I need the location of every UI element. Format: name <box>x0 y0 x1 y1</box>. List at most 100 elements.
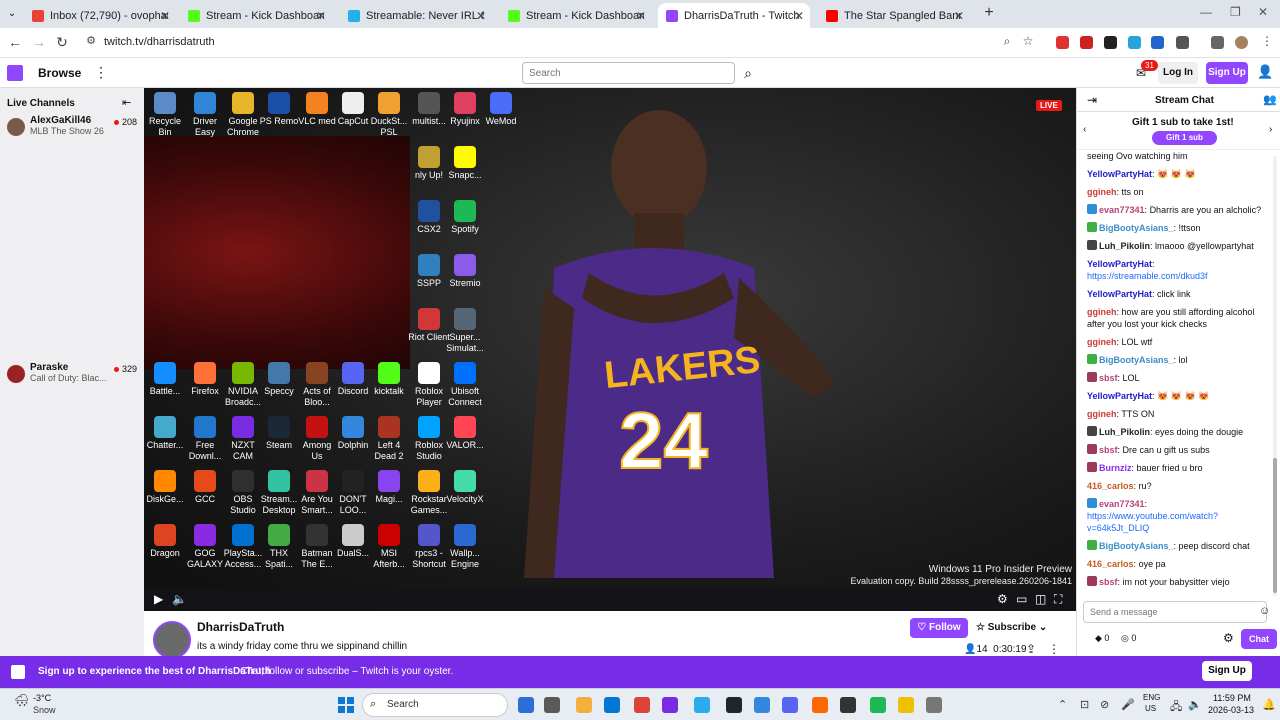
chat-username[interactable]: BigBootyAsians_ <box>1099 223 1174 233</box>
chat-username[interactable]: BigBootyAsians_ <box>1099 541 1174 551</box>
chevron-left-icon[interactable]: ‹ <box>1083 124 1086 135</box>
chat-username[interactable]: YellowPartyHat <box>1087 169 1152 179</box>
chat-username[interactable]: evan77341 <box>1099 499 1145 509</box>
taskbar-app-icon[interactable] <box>782 697 798 713</box>
browser-tab[interactable]: DharrisDaTruth - Twitch ✕ <box>658 3 810 28</box>
signup-button[interactable]: Sign Up <box>1206 62 1248 84</box>
community-icon[interactable]: 👥 <box>1263 93 1277 106</box>
close-window-icon[interactable]: ✕ <box>1258 5 1268 19</box>
taskbar-app-icon[interactable] <box>576 697 592 713</box>
extension-icon[interactable] <box>1104 36 1117 49</box>
browser-tab[interactable]: Stream - Kick Dashboard ✕ <box>500 3 652 28</box>
chat-username[interactable]: YellowPartyHat <box>1087 289 1152 299</box>
chat-username[interactable]: evan77341 <box>1099 205 1145 215</box>
chat-send-button[interactable]: Chat <box>1241 629 1277 649</box>
chat-username[interactable]: 416_carlos <box>1087 481 1134 491</box>
volume-icon[interactable]: 🔈 <box>172 592 187 606</box>
microphone-icon[interactable]: 🎤 <box>1121 698 1135 711</box>
chat-username[interactable]: sbsf <box>1099 445 1118 455</box>
close-tab-icon[interactable]: ✕ <box>636 9 646 23</box>
taskbar-app-icon[interactable] <box>926 697 942 713</box>
emote-picker-icon[interactable]: ☺ <box>1259 605 1270 617</box>
browser-tab[interactable]: Inbox (72,790) - ovophantuum@✕ <box>24 3 176 28</box>
volume-icon[interactable]: 🔈 <box>1188 698 1202 711</box>
share-icon[interactable]: ⇪ <box>1026 642 1036 656</box>
close-tab-icon[interactable]: ✕ <box>954 9 964 23</box>
chat-username[interactable]: ggineh <box>1087 337 1117 347</box>
weather-icon[interactable]: 🌨 <box>14 693 29 707</box>
collapse-chat-icon[interactable]: ⇥ <box>1087 93 1097 107</box>
chat-link[interactable]: https://streamable.com/dkud3f <box>1087 271 1208 281</box>
reading-list-icon[interactable] <box>1211 36 1224 49</box>
extension-icon[interactable] <box>1151 36 1164 49</box>
sidebar-channel[interactable]: AlexGaKill46 MLB The Show 26 208 <box>7 115 141 139</box>
windows-start-icon[interactable] <box>338 697 354 713</box>
taskbar-app-icon[interactable] <box>634 697 650 713</box>
search-icon[interactable]: ⌕ <box>737 62 759 84</box>
close-tab-icon[interactable]: ✕ <box>476 9 486 23</box>
chat-username[interactable]: ggineh <box>1087 187 1117 197</box>
chat-input-box[interactable] <box>1083 601 1267 623</box>
user-icon[interactable]: 👤 <box>1257 64 1273 80</box>
theatre-mode-icon[interactable]: ▭ <box>1016 592 1027 606</box>
bits-count[interactable]: ◆ 0 <box>1095 633 1109 644</box>
taskbar-app-icon[interactable] <box>694 697 710 713</box>
chat-username[interactable]: YellowPartyHat <box>1087 391 1152 401</box>
more-options-icon[interactable]: ⋮ <box>1048 642 1060 656</box>
promo-signup-button[interactable]: Sign Up <box>1202 661 1252 681</box>
taskbar-app-icon[interactable] <box>604 697 620 713</box>
close-tab-icon[interactable]: ✕ <box>160 9 170 23</box>
collapse-sidebar-icon[interactable]: ⇤ <box>122 96 131 109</box>
browser-tab[interactable]: Stream - Kick Dashboard ✕ <box>180 3 332 28</box>
notification-bell-icon[interactable]: 🔔 <box>1262 698 1276 711</box>
video-player[interactable]: LAKERS 24 Recycle Bin Driver Easy Google C… <box>144 88 1076 611</box>
taskbar-app-icon[interactable] <box>544 697 560 713</box>
play-icon[interactable]: ▶ <box>154 592 163 606</box>
tab-list-button[interactable]: ⌄ <box>4 6 20 22</box>
extension-icon[interactable] <box>1080 36 1093 49</box>
chevron-right-icon[interactable]: › <box>1269 124 1272 135</box>
taskbar-time[interactable]: 11:59 PM <box>1213 693 1251 703</box>
streamer-name[interactable]: DharrisDaTruth <box>197 620 284 634</box>
follow-button[interactable]: ♡ Follow <box>910 618 968 638</box>
zoom-icon[interactable]: ⌕ <box>998 34 1016 49</box>
chat-username[interactable]: sbsf <box>1099 373 1118 383</box>
chat-username[interactable]: Burnziz <box>1099 463 1132 473</box>
sidebar-channel[interactable]: Paraske Call of Duty: Blac... 329 <box>7 362 141 386</box>
tray-app-icon[interactable]: ⊡ <box>1080 698 1089 711</box>
browse-link[interactable]: Browse <box>38 66 81 80</box>
fullscreen-icon[interactable]: ⛶ <box>1054 592 1062 607</box>
close-tab-icon[interactable]: ✕ <box>794 9 804 23</box>
chat-username[interactable]: Luh_Pikolin <box>1099 427 1150 437</box>
chat-username[interactable]: YellowPartyHat <box>1087 259 1152 269</box>
network-icon[interactable]: 🖧 <box>1170 698 1182 717</box>
forward-button[interactable]: → <box>30 34 48 50</box>
maximize-icon[interactable]: ❐ <box>1230 5 1241 19</box>
site-info-icon[interactable]: ⚙ <box>82 34 100 47</box>
chat-settings-icon[interactable]: ⚙ <box>1223 631 1234 645</box>
chat-username[interactable]: Luh_Pikolin <box>1099 241 1150 251</box>
twitch-logo-icon[interactable] <box>7 65 23 81</box>
taskbar-app-icon[interactable] <box>840 697 856 713</box>
browser-tab[interactable]: Streamable: Never IRL Stream w✕ <box>340 3 492 28</box>
extension-icon[interactable] <box>1056 36 1069 49</box>
taskbar-app-icon[interactable] <box>812 697 828 713</box>
back-button[interactable]: ← <box>6 34 24 50</box>
taskbar-app-icon[interactable] <box>662 697 678 713</box>
url-field[interactable]: twitch.tv/dharrisdatruth <box>104 36 215 48</box>
login-button[interactable]: Log In <box>1158 62 1198 84</box>
search-input[interactable] <box>523 63 734 83</box>
subscribe-button[interactable]: ☆ Subscribe ⌄ <box>976 618 1052 638</box>
chat-link[interactable]: https://www.youtube.com/watch?v=64k5Jt_D… <box>1087 511 1218 533</box>
chat-scroll-thumb[interactable] <box>1273 458 1277 593</box>
taskbar-app-icon[interactable] <box>726 697 742 713</box>
chat-username[interactable]: sbsf <box>1099 577 1118 587</box>
gift-sub-button[interactable]: Gift 1 sub <box>1152 131 1217 145</box>
profile-avatar[interactable] <box>1235 36 1248 49</box>
keyboard-layout[interactable]: US <box>1145 704 1156 713</box>
extensions-puzzle-icon[interactable] <box>1176 36 1189 49</box>
chat-username[interactable]: BigBootyAsians_ <box>1099 355 1174 365</box>
close-tab-icon[interactable]: ✕ <box>316 9 326 23</box>
more-menu-icon[interactable]: ⋮ <box>94 64 108 81</box>
streamer-avatar[interactable] <box>153 621 191 659</box>
